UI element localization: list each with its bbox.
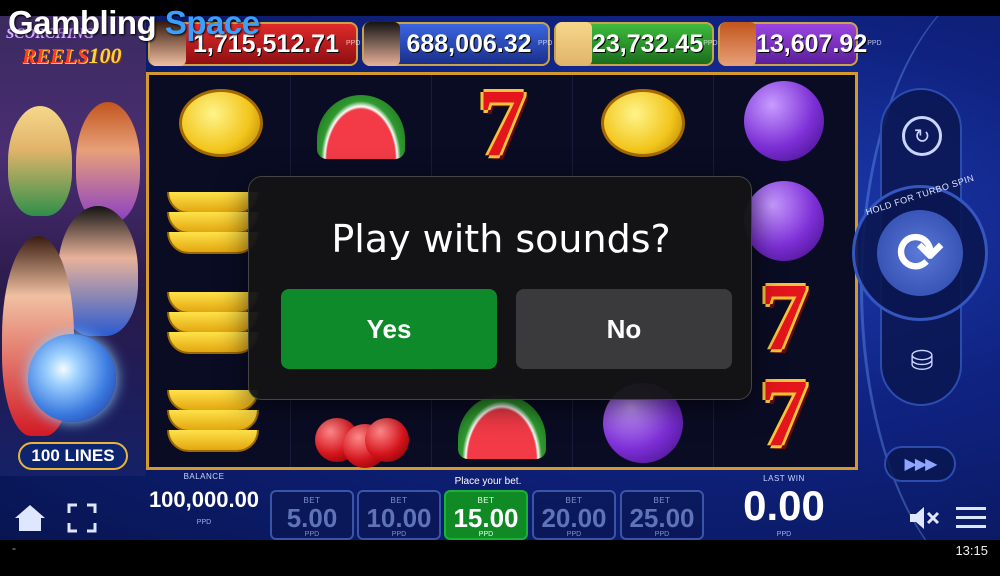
sound-muted-icon[interactable]: [906, 500, 942, 536]
symbol-lemon: [173, 81, 269, 165]
system-left-mark: -: [12, 541, 16, 555]
bet-value: 15.00: [453, 503, 519, 533]
bet-value: 5.00: [286, 503, 338, 533]
dialog-title: Play with sounds?: [331, 217, 671, 261]
symbol-banana: [163, 179, 259, 263]
bet-value: 25.00: [629, 503, 695, 533]
character-redhead: [76, 102, 140, 222]
bet-option[interactable]: BET 10.00 PPD: [357, 490, 441, 540]
jackpot-value: 13,607.92: [756, 29, 868, 58]
place-bet-prompt: Place your bet.: [454, 476, 522, 487]
jackpot-portrait: [364, 22, 400, 66]
symbol-seven: 7: [478, 69, 526, 176]
fullscreen-icon[interactable]: [64, 500, 100, 536]
jackpot-value: 688,006.32: [406, 29, 532, 58]
system-clock: 13:15: [955, 543, 988, 558]
watermark-part1: Gambling: [8, 4, 157, 41]
logo-number: 100: [88, 43, 122, 68]
jackpot-value: 23,732.45: [592, 29, 704, 58]
jackpot-purple: 13,607.92 PPD: [718, 22, 882, 66]
sound-prompt-dialog: Play with sounds? Yes No: [248, 176, 752, 400]
home-icon[interactable]: [10, 500, 50, 536]
lines-badge: 100 LINES: [18, 442, 128, 470]
bet-option[interactable]: BET 5.00 PPD: [270, 490, 354, 540]
menu-icon[interactable]: [952, 502, 990, 534]
jackpot-unit: PPD: [538, 40, 553, 47]
yes-button[interactable]: Yes: [281, 289, 497, 369]
logo-word-reels: REELS: [22, 44, 89, 68]
system-bar: [0, 540, 1000, 576]
bet-option[interactable]: BET 25.00 PPD: [620, 490, 704, 540]
symbol-banana: [163, 279, 259, 363]
bet-option[interactable]: BET 20.00 PPD: [532, 490, 616, 540]
last-win-display: LAST WIN 0.00 PPD: [712, 474, 856, 540]
bet-value: 10.00: [366, 503, 432, 533]
jackpot-unit: PPD: [703, 40, 718, 47]
bet-value: 20.00: [541, 503, 607, 533]
no-button[interactable]: No: [516, 289, 732, 369]
jackpot-unit: PPD: [867, 40, 882, 47]
watermark: Gambling Space: [8, 4, 260, 42]
coins-icon[interactable]: ⛁: [902, 340, 942, 380]
symbol-watermelon: [313, 85, 409, 169]
jackpot-portrait: [720, 22, 756, 66]
jackpot-green: 23,732.45 PPD: [554, 22, 718, 66]
balance-value: 100,000.00: [148, 487, 260, 512]
character-blonde: [8, 106, 72, 216]
symbol-lemon: [595, 81, 691, 165]
last-win-unit: PPD: [776, 531, 792, 538]
jackpot-portrait: [556, 22, 592, 66]
jackpot-unit: PPD: [346, 40, 361, 47]
bet-unit: PPD: [304, 531, 320, 538]
replay-icon[interactable]: ↻: [902, 116, 942, 156]
spin-icon[interactable]: ⟳: [877, 210, 963, 296]
bet-option-selected[interactable]: BET 15.00 PPD: [444, 490, 528, 540]
balance-label: BALANCE: [183, 472, 225, 481]
watermark-part2: Space: [164, 4, 260, 41]
balance-display: BALANCE 100,000.00 PPD: [144, 472, 264, 538]
crystal-ball: [28, 334, 116, 422]
last-win-value: 0.00: [743, 482, 825, 529]
character-art-panel: SCORCHING REELS100 100 LINES: [0, 16, 146, 476]
symbol-plum: [736, 79, 832, 163]
balance-unit: PPD: [196, 519, 212, 526]
symbol-banana: [163, 377, 259, 461]
jackpot-blue: 688,006.32 PPD: [362, 22, 553, 66]
